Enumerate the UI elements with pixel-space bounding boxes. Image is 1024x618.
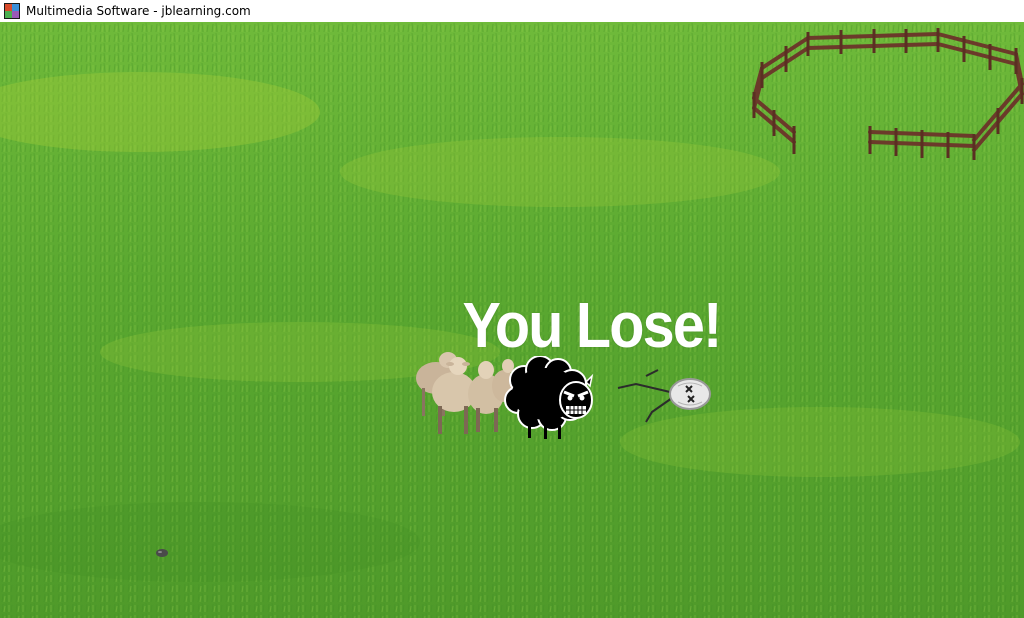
multimedia-app-icon [4, 3, 20, 19]
app-window: Multimedia Software - jblearning.com You… [0, 0, 1024, 618]
window-title: Multimedia Software - jblearning.com [26, 4, 251, 18]
fence-pen [752, 28, 1024, 160]
defeated-enemy [617, 369, 711, 423]
stone-debris [156, 549, 168, 557]
title-bar[interactable]: Multimedia Software - jblearning.com [0, 0, 1024, 22]
sheep-flock [416, 352, 516, 434]
game-canvas[interactable]: You Lose! [0, 22, 1024, 618]
black-sheep-player [504, 356, 594, 439]
